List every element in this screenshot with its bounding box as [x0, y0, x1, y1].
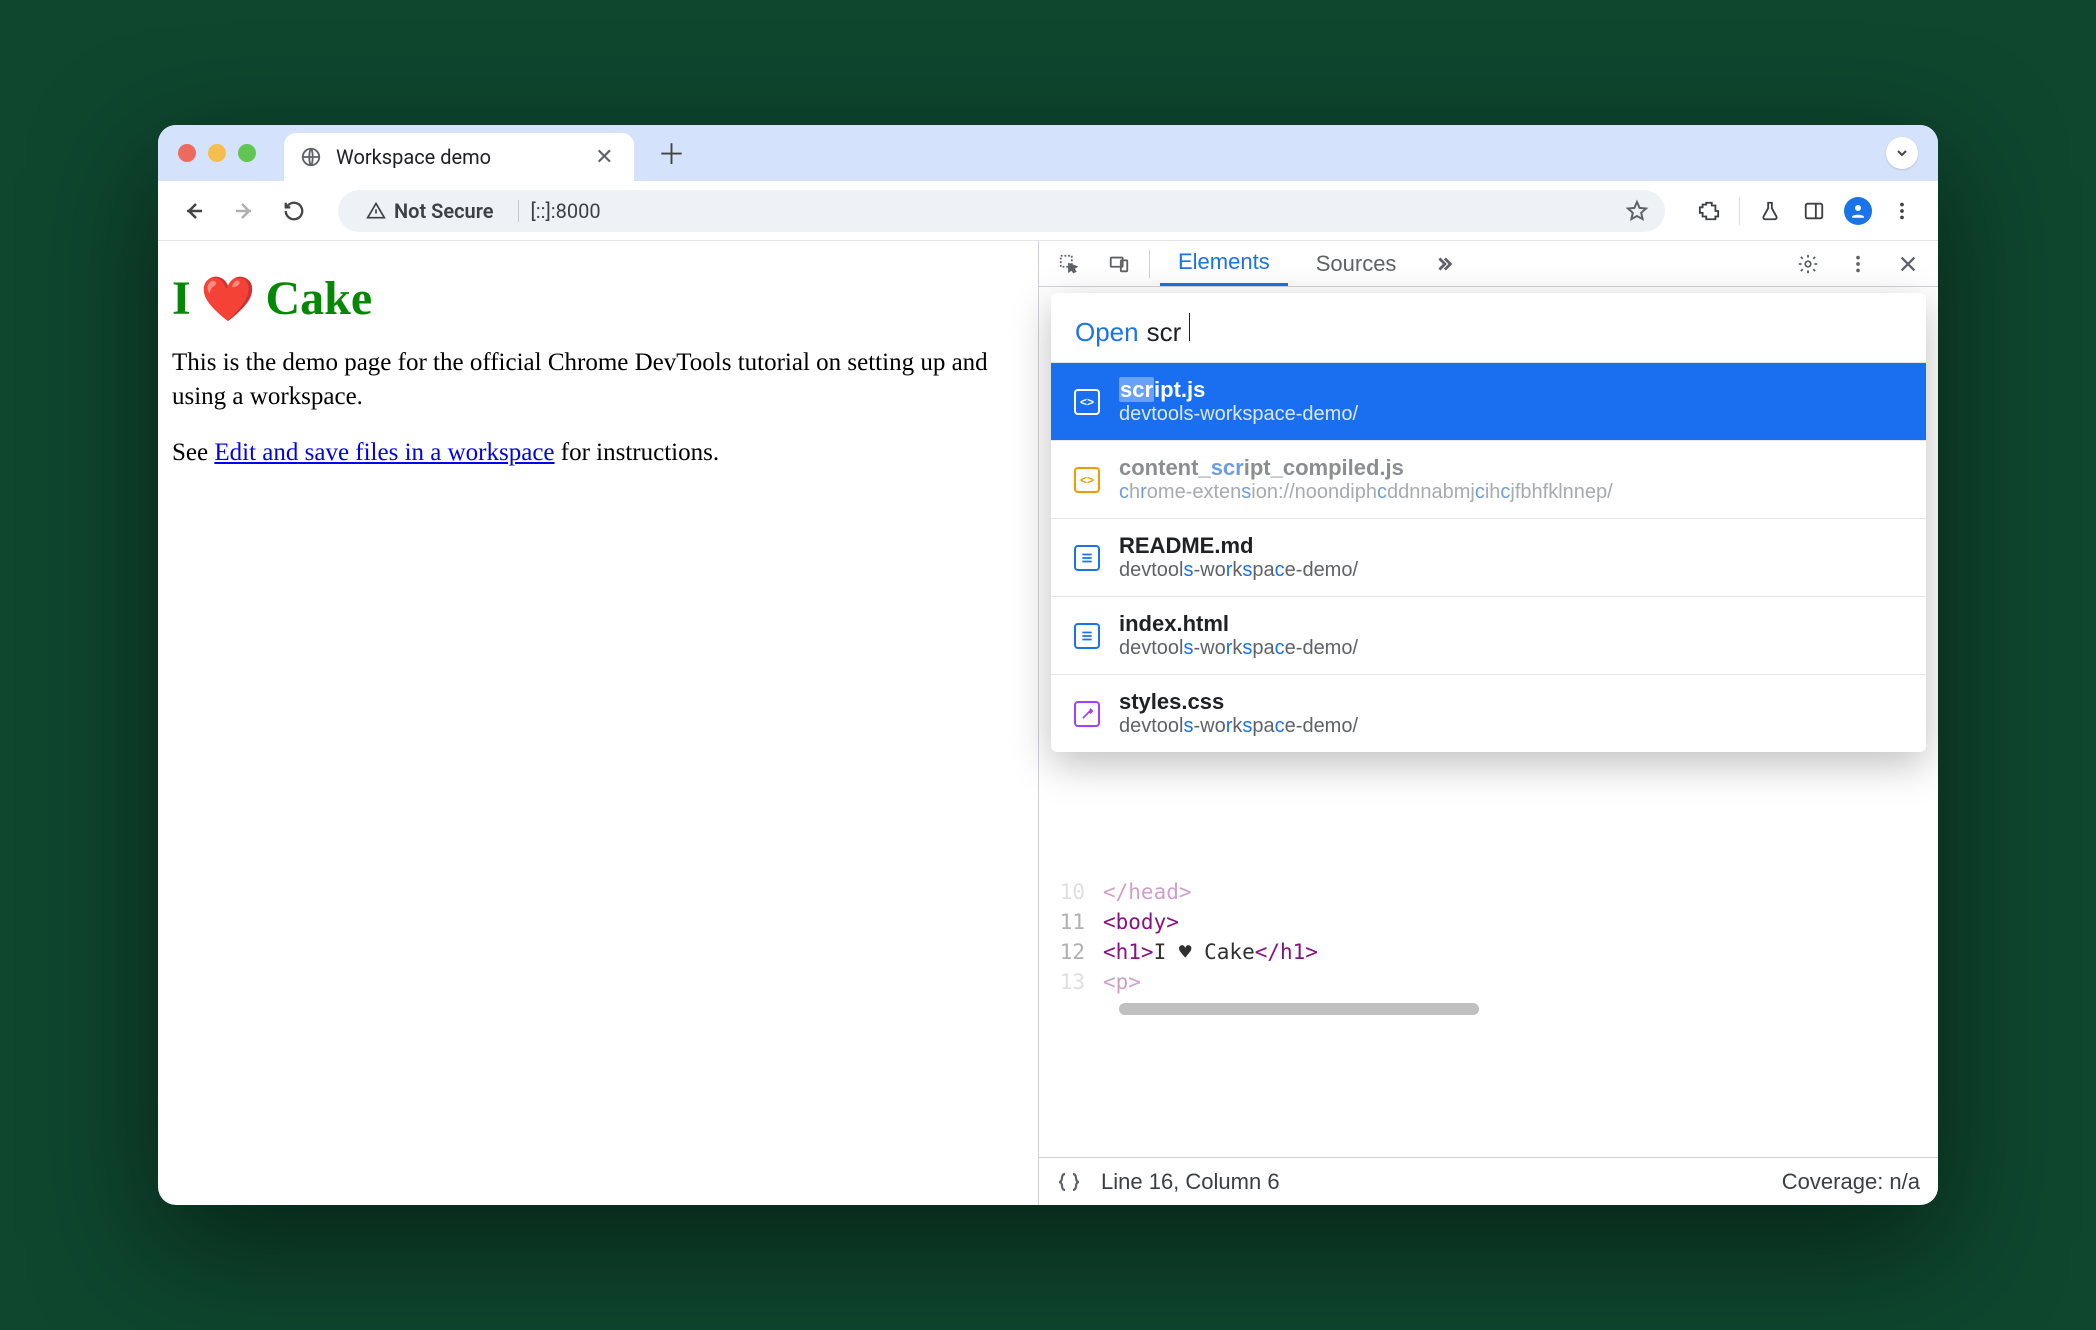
sidepanel-button[interactable]: [1794, 191, 1834, 231]
result-path: devtools-workspace-demo/: [1119, 637, 1358, 660]
url-text: [::]:8000: [531, 199, 601, 223]
page-heading: I ❤️ Cake: [172, 271, 1024, 326]
devtools-tabbar: Elements Sources: [1039, 241, 1938, 287]
devtools-menu-button[interactable]: [1838, 244, 1878, 284]
line-number: 13: [1053, 970, 1103, 994]
forward-button[interactable]: [224, 191, 264, 231]
content-area: I ❤️ Cake This is the demo page for the …: [158, 241, 1938, 1205]
new-tab-button[interactable]: ＋: [658, 133, 686, 173]
globe-icon: [300, 146, 322, 168]
address-bar[interactable]: Not Secure [::]:8000: [338, 190, 1665, 232]
coverage-status: Coverage: n/a: [1782, 1169, 1920, 1195]
script-file-icon: <>: [1073, 388, 1101, 416]
window-controls: [178, 144, 256, 162]
tab-search-button[interactable]: [1886, 137, 1918, 169]
close-devtools-button[interactable]: [1888, 244, 1928, 284]
security-chip[interactable]: Not Secure: [354, 195, 506, 227]
result-filename: script.js: [1119, 377, 1358, 403]
quick-open-search[interactable]: Open scr: [1051, 293, 1926, 362]
more-tabs-button[interactable]: [1424, 244, 1464, 284]
cursor-position: Line 16, Column 6: [1101, 1169, 1280, 1195]
quick-open-query: scr: [1147, 317, 1182, 348]
tab-elements[interactable]: Elements: [1160, 241, 1288, 286]
document-file-icon: [1073, 544, 1101, 572]
close-window-button[interactable]: [178, 144, 196, 162]
back-button[interactable]: [174, 191, 214, 231]
overflow-menu-button[interactable]: [1882, 191, 1922, 231]
result-filename: README.md: [1119, 533, 1358, 559]
tab-title: Workspace demo: [336, 145, 491, 169]
code-line[interactable]: 11<body>: [1039, 907, 1938, 937]
labs-button[interactable]: [1750, 191, 1790, 231]
quick-open-result[interactable]: styles.cssdevtools-workspace-demo/: [1051, 674, 1926, 752]
line-number: 10: [1053, 880, 1103, 904]
quick-open-result[interactable]: README.mddevtools-workspace-demo/: [1051, 518, 1926, 596]
quick-open-prompt: Open: [1075, 317, 1139, 348]
profile-button[interactable]: [1838, 191, 1878, 231]
toolbar: Not Secure [::]:8000: [158, 181, 1938, 241]
close-tab-button[interactable]: ✕: [595, 145, 613, 170]
reload-button[interactable]: [274, 191, 314, 231]
result-filename: content_script_compiled.js: [1119, 455, 1613, 481]
code-line[interactable]: 10</head>: [1039, 877, 1938, 907]
inspect-element-button[interactable]: [1049, 244, 1089, 284]
avatar-icon: [1844, 197, 1872, 225]
script-file-icon: <>: [1073, 466, 1101, 494]
quick-open-result[interactable]: <> script.jsdevtools-workspace-demo/: [1051, 362, 1926, 440]
warning-icon: [366, 201, 386, 221]
workspace-tutorial-link[interactable]: Edit and save files in a workspace: [214, 439, 554, 466]
device-toolbar-button[interactable]: [1099, 244, 1139, 284]
browser-tab[interactable]: Workspace demo ✕: [284, 133, 634, 181]
extensions-button[interactable]: [1689, 191, 1729, 231]
document-file-icon: [1073, 622, 1101, 650]
quick-open-result[interactable]: index.htmldevtools-workspace-demo/: [1051, 596, 1926, 674]
heart-icon: ❤️: [201, 273, 256, 325]
devtools-panel: Elements Sources Open: [1038, 241, 1938, 1205]
tab-sources[interactable]: Sources: [1298, 241, 1415, 286]
settings-button[interactable]: [1788, 244, 1828, 284]
page-paragraph-2: See Edit and save files in a workspace f…: [172, 436, 1024, 470]
page-paragraph-1: This is the demo page for the official C…: [172, 346, 1024, 414]
quick-open-results: <>script.jsdevtools-workspace-demo/<>con…: [1051, 362, 1926, 752]
browser-window: Workspace demo ✕ ＋ Not Secure [::]:8000: [158, 125, 1938, 1205]
devtools-statusbar: Line 16, Column 6 Coverage: n/a: [1039, 1157, 1938, 1205]
code-line[interactable]: 12 <h1>I ♥ Cake</h1>: [1039, 937, 1938, 967]
minimize-window-button[interactable]: [208, 144, 226, 162]
line-number: 11: [1053, 910, 1103, 934]
star-icon[interactable]: [1625, 199, 1649, 223]
result-filename: styles.css: [1119, 689, 1358, 715]
result-path: chrome-extension://noondiphcddnnabmjcihc…: [1119, 481, 1613, 504]
line-number: 12: [1053, 940, 1103, 964]
pretty-print-icon[interactable]: [1057, 1170, 1081, 1194]
result-filename: index.html: [1119, 611, 1358, 637]
quick-open-dialog: Open scr <>script.jsdevtools-workspace-d…: [1051, 293, 1926, 752]
page-viewport: I ❤️ Cake This is the demo page for the …: [158, 241, 1038, 1205]
stylesheet-file-icon: [1073, 700, 1101, 728]
maximize-window-button[interactable]: [238, 144, 256, 162]
code-line[interactable]: 13 <p>: [1039, 967, 1938, 997]
titlebar: Workspace demo ✕ ＋: [158, 125, 1938, 181]
toolbar-right: [1689, 191, 1922, 231]
result-path: devtools-workspace-demo/: [1119, 403, 1358, 426]
text-caret: [1189, 313, 1190, 341]
result-path: devtools-workspace-demo/: [1119, 559, 1358, 582]
security-label: Not Secure: [394, 199, 494, 223]
result-path: devtools-workspace-demo/: [1119, 715, 1358, 738]
horizontal-scrollbar[interactable]: [1119, 1003, 1479, 1015]
quick-open-result[interactable]: <> content_script_compiled.jschrome-exten…: [1051, 440, 1926, 518]
